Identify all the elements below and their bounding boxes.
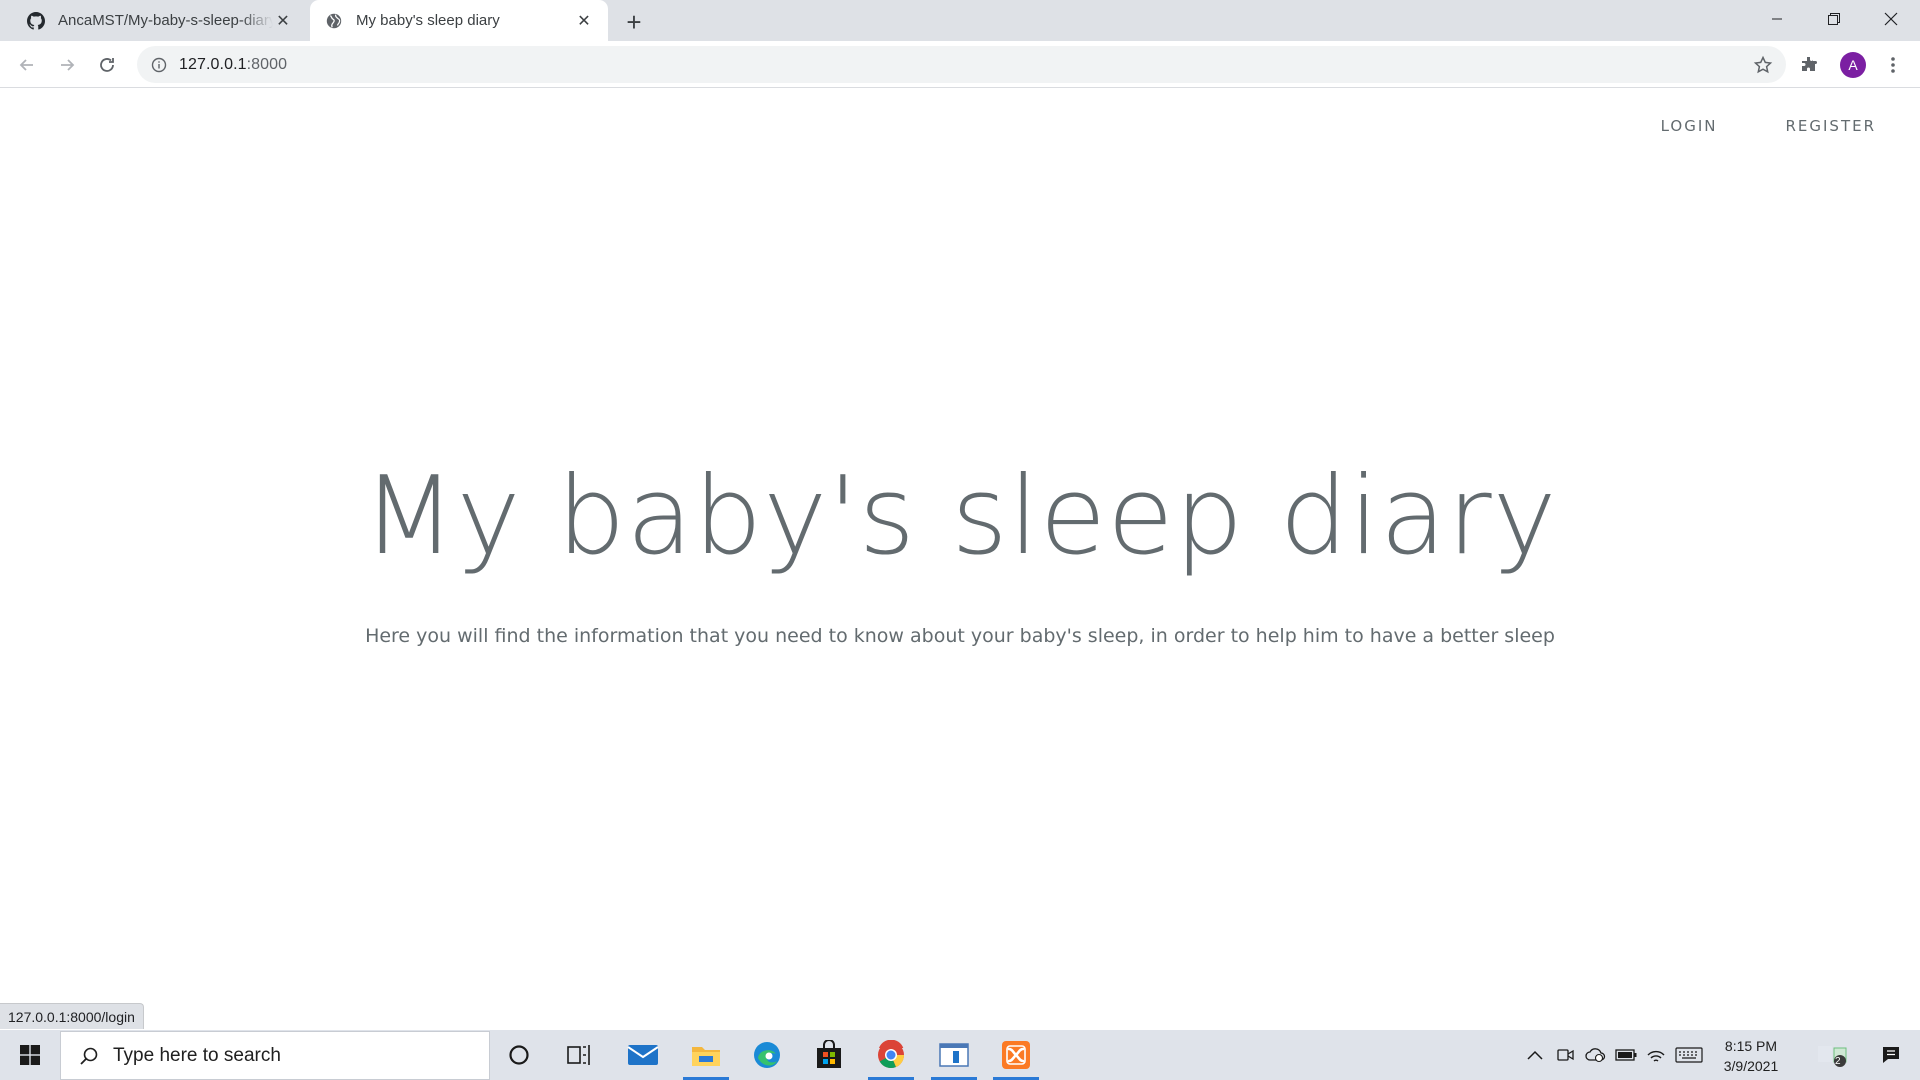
xampp-icon[interactable] <box>987 1030 1045 1080</box>
window-app-icon[interactable] <box>925 1030 983 1080</box>
tab-github[interactable]: AncaMST/My-baby-s-sleep-diary ✕ <box>12 0 307 41</box>
address-bar[interactable]: 127.0.0.1:8000 <box>137 46 1786 83</box>
battery-icon[interactable] <box>1612 1030 1640 1080</box>
browser-toolbar: 127.0.0.1:8000 A <box>0 41 1920 88</box>
url-text: 127.0.0.1:8000 <box>179 55 288 73</box>
start-button[interactable] <box>0 1030 60 1080</box>
reload-button[interactable] <box>91 49 123 81</box>
notification-count: 2 <box>1835 1056 1841 1067</box>
taskbar-search[interactable] <box>60 1031 490 1080</box>
windows-logo-icon <box>20 1045 40 1065</box>
search-input[interactable] <box>113 1044 433 1067</box>
keyboard-icon[interactable] <box>1672 1030 1706 1080</box>
back-button[interactable] <box>11 49 43 81</box>
reload-icon <box>100 58 114 72</box>
web-page: LOGIN REGISTER My baby's sleep diary Her… <box>0 89 1920 1029</box>
page-subtitle: Here you will find the information that … <box>365 625 1555 647</box>
tab-sleep-diary[interactable]: My baby's sleep diary ✕ <box>310 0 608 41</box>
cortana-icon[interactable] <box>490 1030 548 1080</box>
register-link[interactable]: REGISTER <box>1785 117 1876 135</box>
action-center-icon[interactable] <box>1866 1030 1916 1080</box>
search-icon <box>77 1044 101 1068</box>
close-icon[interactable]: ✕ <box>273 11 293 31</box>
page-title: My baby's sleep diary <box>362 454 1558 579</box>
info-icon[interactable] <box>151 57 167 73</box>
taskbar-clock[interactable]: 8:15 PM 3/9/2021 <box>1704 1036 1798 1076</box>
tab-title: My baby's sleep diary <box>356 12 500 29</box>
globe-icon <box>324 11 344 31</box>
chrome-icon[interactable] <box>862 1030 920 1080</box>
close-window-button[interactable] <box>1863 0 1919 38</box>
mail-icon[interactable] <box>614 1030 672 1080</box>
edge-icon[interactable] <box>738 1030 796 1080</box>
forward-button[interactable] <box>51 49 83 81</box>
tab-strip: AncaMST/My-baby-s-sleep-diary ✕ My baby'… <box>0 0 1920 41</box>
app-notification-badge[interactable]: 2 <box>1806 1030 1862 1080</box>
meet-now-icon[interactable] <box>1553 1030 1579 1080</box>
top-nav: LOGIN REGISTER <box>1661 117 1876 135</box>
new-tab-button[interactable]: + <box>620 7 648 37</box>
tab-title: AncaMST/My-baby-s-sleep-diary <box>58 12 273 29</box>
more-vertical-icon[interactable] <box>1881 53 1905 77</box>
link-status-bubble: 127.0.0.1:8000/login <box>0 1003 144 1029</box>
close-icon[interactable]: ✕ <box>574 11 594 31</box>
chevron-up-icon[interactable] <box>1522 1030 1548 1080</box>
login-link[interactable]: LOGIN <box>1661 117 1718 135</box>
minimize-button[interactable] <box>1749 0 1805 38</box>
profile-avatar[interactable]: A <box>1840 52 1866 78</box>
arrow-left-icon <box>19 59 33 71</box>
bookmark-star-icon[interactable] <box>1752 54 1774 76</box>
extensions-puzzle-icon[interactable] <box>1797 53 1821 77</box>
windows-taskbar: 8:15 PM 3/9/2021 2 <box>0 1030 1920 1080</box>
github-icon <box>26 11 46 31</box>
restore-button[interactable] <box>1806 0 1862 38</box>
onedrive-sync-icon[interactable] <box>1582 1030 1610 1080</box>
clock-date: 3/9/2021 <box>1723 1058 1779 1074</box>
file-explorer-icon[interactable] <box>677 1030 735 1080</box>
clock-time: 8:15 PM <box>1724 1038 1778 1054</box>
task-view-icon[interactable] <box>550 1030 608 1080</box>
store-icon[interactable] <box>800 1030 858 1080</box>
arrow-right-icon <box>61 59 75 71</box>
wifi-icon[interactable] <box>1642 1030 1670 1080</box>
